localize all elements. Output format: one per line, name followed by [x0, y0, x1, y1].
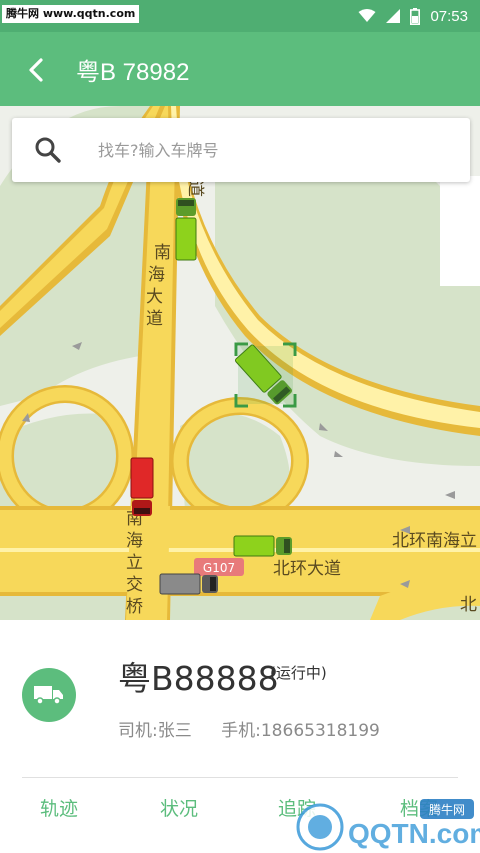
- status-badge: (运行中): [270, 664, 327, 682]
- search-icon[interactable]: [34, 136, 62, 164]
- search-box: [12, 118, 470, 182]
- driver-info: 司机:张三 手机:18665318199: [118, 716, 404, 741]
- driver-phone[interactable]: 手机:18665318199: [221, 721, 380, 741]
- app-bar: 粤B 78982: [0, 32, 480, 106]
- vehicle-marker[interactable]: [130, 457, 154, 516]
- tab-track[interactable]: 轨迹: [40, 794, 78, 821]
- signal-icon: [386, 9, 401, 23]
- vehicle-avatar: [22, 668, 76, 722]
- road-label-overpass: 南海立交桥: [126, 509, 143, 617]
- road-label-top: 道: [185, 180, 205, 197]
- back-button[interactable]: [16, 50, 56, 90]
- status-time: 07:53: [430, 7, 468, 25]
- map-view[interactable]: 道 南海大道 南海立交桥 北环南海立 北环大道 北 G107: [0, 106, 480, 620]
- road-label-north-ring: 北环南海立: [392, 531, 477, 551]
- status-bar: 腾牛网 www.qqtn.com 07:53: [0, 0, 480, 32]
- svg-text:腾牛网: 腾牛网: [429, 802, 465, 817]
- tab-status[interactable]: 状况: [160, 794, 198, 821]
- chevron-left-icon: [29, 58, 43, 82]
- vehicle-marker[interactable]: [233, 535, 292, 557]
- wifi-icon: [358, 9, 376, 22]
- truck-icon: [34, 686, 63, 705]
- vehicle-marker[interactable]: [175, 198, 197, 261]
- vehicle-plate: 粤B88888: [118, 659, 279, 698]
- highway-shield: G107: [194, 558, 244, 576]
- svg-text:QQTN.com: QQTN.com: [348, 818, 480, 849]
- watermark-logo: QQTN.com 腾牛网: [290, 793, 480, 853]
- battery-icon: [410, 7, 421, 25]
- road-label-north: 北: [460, 595, 477, 615]
- svg-text:G107: G107: [203, 561, 235, 575]
- driver-name: 司机:张三: [118, 721, 192, 741]
- divider: [22, 777, 458, 778]
- road-label-ring-road: 北环大道: [273, 559, 341, 579]
- status-icons: 07:53: [358, 6, 468, 26]
- vehicle-marker[interactable]: [159, 573, 218, 595]
- search-input[interactable]: [98, 132, 448, 168]
- watermark-text: 腾牛网 www.qqtn.com: [2, 5, 140, 23]
- page-title: 粤B 78982: [76, 59, 190, 86]
- map-canvas[interactable]: 道 南海大道 南海立交桥 北环南海立 北环大道 北 G107: [0, 106, 480, 620]
